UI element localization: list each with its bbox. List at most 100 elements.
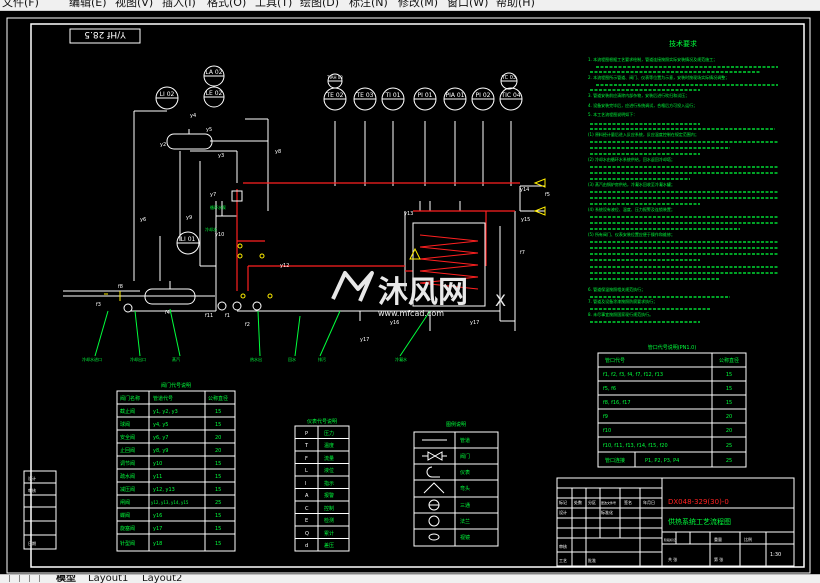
svg-text:f1: f1 — [225, 313, 230, 319]
instrument-code: C — [305, 506, 309, 512]
valve-table-cell: y12, y13 — [153, 487, 175, 493]
left-block-label: 日期 — [28, 540, 36, 546]
bubble-te02: TE 02 — [326, 92, 344, 99]
tech-req-item: 6. 管道保温按照相关规范执行； — [588, 286, 645, 292]
tab-nav-prev-icon[interactable] — [12, 575, 20, 582]
valve-table-cell: 调节阀 — [120, 460, 135, 467]
svg-text:f3: f3 — [96, 302, 101, 308]
valve-table-cell: 蝶阀 — [120, 512, 130, 519]
bubble-li01: LI 01 — [181, 236, 196, 243]
valve-table-cell: 15 — [215, 461, 221, 467]
bubble-pia01: PIA 01 — [445, 92, 464, 99]
instrument-code: A — [305, 493, 309, 499]
tech-req-item: 7. 管道及设备涂漆按照防腐要求执行； — [588, 298, 657, 304]
svg-text:循环水泵: 循环水泵 — [210, 204, 226, 210]
valve-table-title: 阀门代号说明 — [161, 382, 191, 389]
valve-table-cell: 疏水阀 — [120, 473, 135, 480]
left-block: 设计 审核 日期 — [23, 470, 57, 550]
menu-item-view[interactable]: 视图(V) — [115, 0, 153, 9]
svg-text:f8: f8 — [118, 284, 123, 290]
bubble-tiah03: TIAH 03 — [326, 75, 343, 80]
instrument-code: I — [305, 481, 306, 487]
svg-text:y10: y10 — [215, 232, 224, 238]
menu-item-help[interactable]: 帮助(H) — [496, 0, 535, 9]
menu-item-window[interactable]: 窗口(W) — [447, 0, 488, 9]
instrument-meaning: 压力 — [324, 430, 334, 437]
process-schematic: y4 y5 y2 y3 y8 y6 y7 y12 y9 y10 f1 f11 f… — [63, 110, 550, 362]
tab-nav-next-icon[interactable] — [22, 575, 30, 582]
valve-table-cell: y10 — [153, 461, 162, 467]
svg-text:y15: y15 — [521, 217, 530, 223]
left-block-label: 审核 — [28, 487, 36, 493]
menu-item-format[interactable]: 格式(O) — [207, 0, 246, 9]
pipe-table: 管口代号说明(PN1.0) 管口代号 公称直径 f1, f2, f3, f4, … — [597, 344, 747, 468]
pipe-table-cell: P1, P2, P3, P4 — [645, 458, 679, 464]
menu-item-insert[interactable]: 插入(I) — [162, 0, 196, 9]
menu-item-file[interactable]: 文件(F) — [2, 0, 39, 9]
instrument-code: P — [305, 431, 308, 437]
svg-text:冷却水: 冷却水 — [205, 226, 217, 232]
tech-req-item: 8. 未尽事宜按照国家现行规范执行。 — [588, 311, 653, 317]
bubble-pi01: PI 01 — [418, 92, 433, 99]
pipe-table-cell: f5, f6 — [603, 386, 616, 392]
legend-table: 图例说明 管道 阀门 仪表 弯头 三通 法兰 视镜 — [413, 421, 499, 547]
valve-table-cell: y12, y13, y14, y15 — [151, 500, 189, 505]
pipe-table-cell: 20 — [726, 414, 732, 420]
instrument-meaning: 报警 — [324, 492, 334, 499]
tab-nav-first-icon[interactable] — [2, 575, 10, 582]
valve-table-cell: 旋塞阀 — [120, 525, 135, 532]
bubble-li02: LI 02 — [160, 91, 175, 98]
svg-text:y6: y6 — [140, 217, 146, 223]
tech-req-item: 4. 设备安装完毕后，应进行系统调试，合格后方可投入运行； — [588, 102, 697, 108]
pipe-table-cell: f8, f16, f17 — [603, 400, 631, 406]
menu-item-dimension[interactable]: 标注(N) — [349, 0, 388, 9]
instrument-code: Q — [305, 531, 309, 537]
tab-nav-last-icon[interactable] — [32, 575, 40, 582]
watermark-text: 沐风网 — [378, 275, 468, 310]
valve-table-cell: 25 — [215, 500, 221, 506]
title-block: DX048-329(30)-0 供热系统工艺流程图 1:30 标记 处数 分区 … — [556, 477, 795, 567]
svg-text:y13: y13 — [404, 211, 413, 217]
valve-table-cell: 安全阀 — [120, 434, 135, 441]
pipe-table-header: 管口代号 — [605, 357, 625, 364]
valve-table-cell: 20 — [215, 435, 221, 441]
title-block-label: 阶段标记 — [664, 537, 676, 542]
svg-text:热水出: 热水出 — [250, 356, 262, 362]
drawing-canvas[interactable]: Y/Hf 28.5 y4 y5 y2 y3 y8 y6 y7 y12 y9 y1… — [0, 11, 820, 576]
tech-req-item: (3) 蒸汽由锅炉房供给，冷凝水回收至冷凝水罐； — [588, 181, 675, 187]
instrument-code: F — [305, 456, 308, 462]
bubble-pi02: PI 02 — [476, 92, 491, 99]
legend-label: 弯头 — [460, 485, 470, 492]
title-block-label: 更改文件号 — [601, 500, 616, 505]
instrument-table-title: 仪表代号说明 — [307, 418, 337, 425]
pipe-table-cell: 15 — [726, 386, 732, 392]
pipe-table-cell: f10 — [603, 428, 611, 434]
menu-item-draw[interactable]: 绘图(D) — [300, 0, 339, 9]
svg-text:X: X — [495, 291, 506, 310]
instrument-meaning: 液位 — [324, 467, 334, 474]
title-block-label: 年月日 — [643, 499, 655, 505]
tech-req-item: 3. 管道安装前应清除内部杂物，安装后进行吹扫和试压； — [588, 92, 689, 98]
title-block-label: 标记 — [559, 499, 567, 505]
svg-text:蒸汽: 蒸汽 — [172, 356, 180, 362]
bubble-le02: LE 02 — [206, 90, 223, 97]
menu-item-edit[interactable]: 编辑(E) — [69, 0, 107, 9]
menu-item-tools[interactable]: 工具(T) — [255, 0, 292, 9]
svg-text:冷却水进口: 冷却水进口 — [82, 356, 102, 362]
svg-text:y9: y9 — [186, 215, 192, 221]
legend-label: 法兰 — [460, 518, 470, 525]
menu-item-modify[interactable]: 修改(M) — [398, 0, 438, 9]
svg-text:y2: y2 — [160, 142, 166, 148]
svg-text:回水: 回水 — [288, 356, 296, 362]
svg-text:f11: f11 — [205, 313, 213, 319]
svg-text:排污: 排污 — [318, 356, 326, 362]
valve-table-cell: 15 — [215, 409, 221, 415]
tech-req-title: 技术要求 — [669, 39, 697, 48]
valve-table-header: 公称直径 — [208, 395, 228, 402]
title-block-label: 审核 — [559, 543, 567, 549]
svg-text:y16: y16 — [390, 320, 399, 326]
svg-text:y4: y4 — [190, 113, 196, 119]
svg-text:y5: y5 — [206, 127, 212, 133]
valve-table-cell: 针型阀 — [120, 540, 135, 547]
watermark-url: www.mfcad.com — [378, 309, 444, 318]
